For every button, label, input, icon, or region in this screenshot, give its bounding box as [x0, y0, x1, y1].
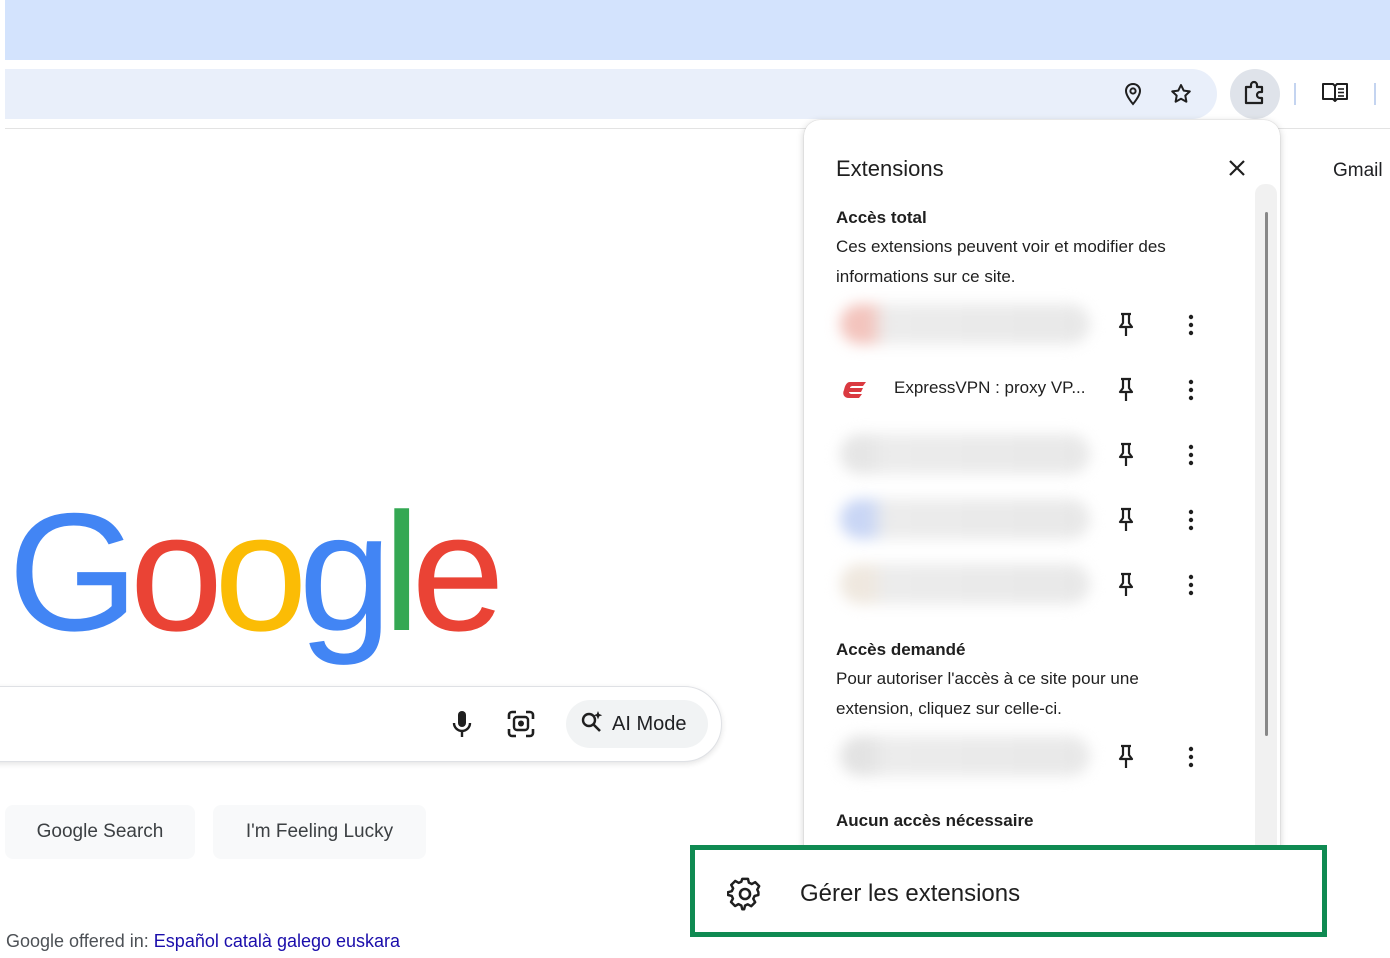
pin-icon[interactable]	[1112, 438, 1140, 472]
extension-item[interactable]	[834, 732, 1204, 782]
logo-letter: G	[8, 478, 139, 666]
more-options-icon[interactable]	[1176, 438, 1206, 472]
logo-letter: o	[214, 478, 307, 666]
extension-item[interactable]: ExpressVPN : proxy VP...	[834, 365, 1204, 415]
requested-access-heading: Accès demandé	[836, 640, 966, 659]
redacted-extension	[840, 736, 1090, 776]
reading-mode-icon	[1320, 80, 1350, 109]
requested-access-description: Pour autoriser l'accès à ce site pour un…	[836, 669, 1139, 718]
extensions-menu-title: Extensions	[836, 156, 944, 181]
manage-extensions-label: Gérer les extensions	[800, 880, 1021, 907]
no-access-heading: Aucun accès nécessaire	[836, 811, 1034, 830]
extension-item[interactable]	[834, 560, 1204, 610]
scrollbar-thumb[interactable]	[1265, 212, 1268, 736]
more-options-icon[interactable]	[1176, 740, 1206, 774]
pin-icon[interactable]	[1112, 308, 1140, 342]
extensions-button[interactable]	[1230, 69, 1280, 119]
logo-letter: o	[129, 478, 223, 666]
gear-icon	[727, 876, 763, 912]
reading-mode-button[interactable]	[1318, 80, 1352, 108]
extension-item[interactable]	[834, 495, 1204, 545]
ai-search-sparkle-icon	[580, 709, 604, 739]
offered-in-label: Google offered in:	[6, 931, 149, 951]
offered-in-bar: Google offered in: Español català galego…	[6, 931, 400, 952]
feeling-lucky-button[interactable]: I'm Feeling Lucky	[213, 805, 426, 859]
google-logo: Google	[8, 488, 505, 656]
pin-icon[interactable]	[1112, 503, 1140, 537]
extension-name: ExpressVPN : proxy VP...	[894, 378, 1086, 397]
full-access-heading: Accès total	[836, 208, 927, 227]
pin-icon[interactable]	[1112, 373, 1140, 407]
gmail-link[interactable]: Gmail	[1333, 160, 1383, 182]
extensions-menu: Extensions Accès total Ces extensions pe…	[804, 120, 1280, 880]
more-options-icon[interactable]	[1176, 503, 1206, 537]
microphone-icon[interactable]	[447, 708, 477, 740]
logo-letter: g	[298, 478, 392, 666]
toolbar-divider	[1374, 83, 1376, 105]
ai-mode-label: AI Mode	[612, 712, 687, 735]
redacted-extension	[840, 564, 1090, 604]
redacted-extension	[840, 499, 1090, 539]
manage-extensions-button[interactable]: Gérer les extensions	[690, 845, 1327, 937]
tab-strip	[5, 0, 1390, 60]
puzzle-icon	[1241, 78, 1269, 111]
more-options-icon[interactable]	[1176, 568, 1206, 602]
pin-icon[interactable]	[1112, 568, 1140, 602]
logo-letter: e	[411, 478, 504, 666]
language-link-gl[interactable]: galego	[277, 931, 331, 951]
pin-icon[interactable]	[1112, 740, 1140, 774]
google-lens-icon[interactable]	[505, 708, 537, 740]
language-link-es[interactable]: Español	[154, 931, 219, 951]
more-options-icon[interactable]	[1176, 373, 1206, 407]
location-pin-icon[interactable]	[1119, 80, 1147, 108]
language-link-eu[interactable]: euskara	[336, 931, 400, 951]
logo-letter: l	[383, 478, 420, 666]
expressvpn-logo-icon	[842, 377, 868, 403]
redacted-extension	[840, 304, 1090, 344]
toolbar-divider	[1294, 83, 1296, 105]
google-search-button[interactable]: Google Search	[5, 805, 195, 859]
ai-mode-button[interactable]: AI Mode	[566, 700, 708, 748]
close-icon[interactable]	[1222, 153, 1252, 183]
full-access-description: Ces extensions peuvent voir et modifier …	[836, 237, 1166, 286]
address-bar[interactable]	[5, 69, 1217, 119]
redacted-extension	[840, 434, 1090, 474]
extension-item[interactable]	[834, 430, 1204, 480]
language-link-ca[interactable]: català	[224, 931, 272, 951]
bookmark-star-icon[interactable]	[1167, 80, 1195, 108]
more-options-icon[interactable]	[1176, 308, 1206, 342]
extension-item[interactable]	[834, 300, 1204, 350]
